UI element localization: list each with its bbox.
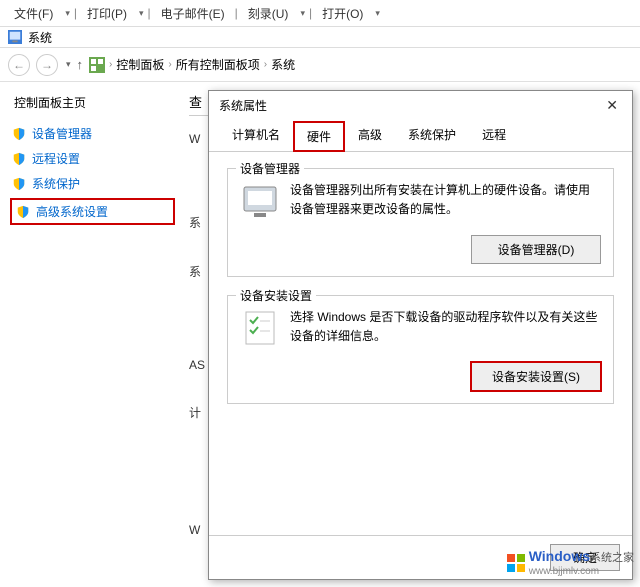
system-icon xyxy=(8,30,22,44)
sidebar-item-label: 远程设置 xyxy=(32,150,80,167)
tab-hardware[interactable]: 硬件 xyxy=(293,121,345,152)
breadcrumb: › 控制面板 › 所有控制面板项 › 系统 xyxy=(89,56,295,73)
dialog-title: 系统属性 xyxy=(219,97,267,114)
sidebar-item-device-manager[interactable]: 设备管理器 xyxy=(10,121,175,146)
window-title: 系统 xyxy=(28,29,52,46)
chevron-right-icon: › xyxy=(264,59,267,70)
dialog-body: 设备管理器 设备管理器列出所有安装在计算机上的硬件设备。请使用设备管理器来更改设… xyxy=(209,152,632,535)
nav-forward-button[interactable]: → xyxy=(36,54,58,76)
device-manager-icon xyxy=(240,181,280,221)
nav-history-dropdown[interactable]: ▾ xyxy=(66,59,71,70)
breadcrumb-item[interactable]: 系统 xyxy=(271,56,295,73)
shield-icon xyxy=(12,177,26,191)
group-device-manager: 设备管理器 设备管理器列出所有安装在计算机上的硬件设备。请使用设备管理器来更改设… xyxy=(227,168,614,277)
control-panel-icon xyxy=(89,57,105,73)
group-label: 设备安装设置 xyxy=(236,287,316,304)
sidebar-item-label: 高级系统设置 xyxy=(36,203,108,220)
nav-up-button[interactable]: ↑ xyxy=(77,57,84,72)
menu-burn[interactable]: 刻录(U) xyxy=(242,3,295,24)
chevron-down-icon: ▾ xyxy=(139,8,144,19)
ok-button[interactable]: 确定 xyxy=(550,544,620,571)
chevron-down-icon: ▾ xyxy=(300,8,305,19)
menu-file[interactable]: 文件(F) xyxy=(8,3,59,24)
nav-back-button[interactable]: ← xyxy=(8,54,30,76)
checklist-icon xyxy=(240,308,280,348)
group-description: 选择 Windows 是否下载设备的驱动程序软件以及有关这些设备的详细信息。 xyxy=(290,308,601,348)
device-manager-button[interactable]: 设备管理器(D) xyxy=(471,235,601,264)
breadcrumb-item[interactable]: 控制面板 xyxy=(116,56,164,73)
sidebar-item-protection[interactable]: 系统保护 xyxy=(10,171,175,196)
shield-icon xyxy=(12,127,26,141)
dialog-footer: 确定 xyxy=(209,535,632,579)
device-install-settings-button[interactable]: 设备安装设置(S) xyxy=(471,362,601,391)
tab-remote[interactable]: 远程 xyxy=(469,120,519,151)
tab-computer-name[interactable]: 计算机名 xyxy=(219,120,293,151)
sidebar: 控制面板主页 设备管理器 远程设置 系统保护 高级系统设置 xyxy=(0,82,185,587)
sidebar-item-remote[interactable]: 远程设置 xyxy=(10,146,175,171)
system-properties-dialog: 系统属性 ✕ 计算机名 硬件 高级 系统保护 远程 设备管理器 设备管理器列出所… xyxy=(208,90,633,580)
chevron-right-icon: › xyxy=(168,59,171,70)
sidebar-heading[interactable]: 控制面板主页 xyxy=(10,94,175,111)
breadcrumb-item[interactable]: 所有控制面板项 xyxy=(176,56,260,73)
group-device-install: 设备安装设置 选择 Windows 是否下载设备的驱动程序软件以及有关这些设备的… xyxy=(227,295,614,404)
dialog-tabs: 计算机名 硬件 高级 系统保护 远程 xyxy=(209,120,632,152)
group-description: 设备管理器列出所有安装在计算机上的硬件设备。请使用设备管理器来更改设备的属性。 xyxy=(290,181,601,221)
tab-system-protection[interactable]: 系统保护 xyxy=(395,120,469,151)
group-label: 设备管理器 xyxy=(236,160,304,177)
menu-email[interactable]: 电子邮件(E) xyxy=(155,3,231,24)
close-button[interactable]: ✕ xyxy=(602,97,622,114)
chevron-down-icon: ▾ xyxy=(375,8,380,19)
window-title-strip: 系统 xyxy=(0,26,640,48)
shield-icon xyxy=(16,205,30,219)
navbar: ← → ▾ ↑ › 控制面板 › 所有控制面板项 › 系统 xyxy=(0,48,640,82)
dialog-titlebar: 系统属性 ✕ xyxy=(209,91,632,120)
sidebar-item-advanced[interactable]: 高级系统设置 xyxy=(10,198,175,225)
chevron-right-icon: › xyxy=(109,59,112,70)
menu-print[interactable]: 打印(P) xyxy=(81,3,133,24)
shield-icon xyxy=(12,152,26,166)
sidebar-item-label: 设备管理器 xyxy=(32,125,92,142)
menubar: 文件(F)▾ | 打印(P)▾ | 电子邮件(E) | 刻录(U)▾ | 打开(… xyxy=(0,0,640,26)
menu-open[interactable]: 打开(O) xyxy=(316,3,369,24)
tab-advanced[interactable]: 高级 xyxy=(345,120,395,151)
sidebar-item-label: 系统保护 xyxy=(32,175,80,192)
chevron-down-icon: ▾ xyxy=(65,8,70,19)
